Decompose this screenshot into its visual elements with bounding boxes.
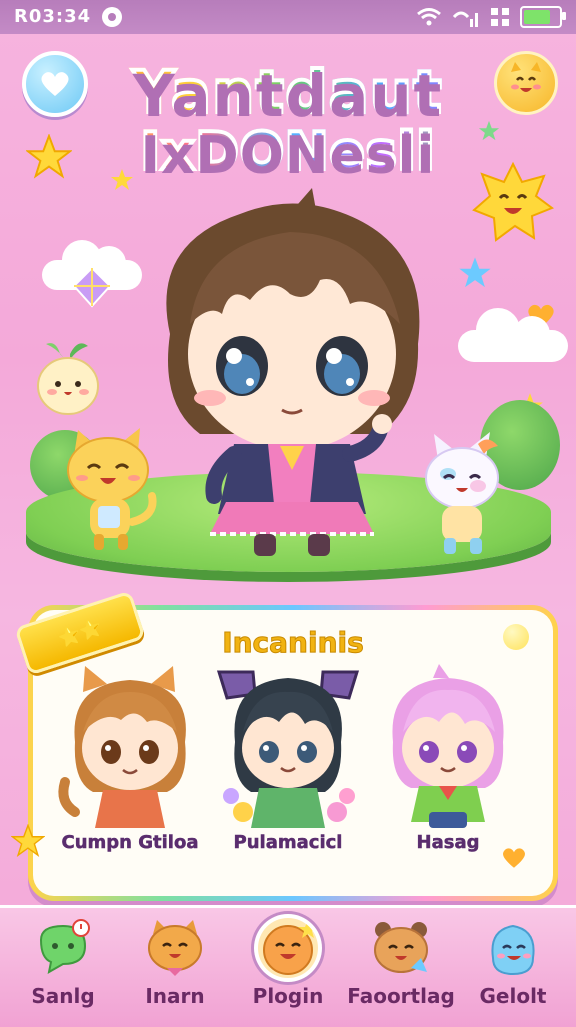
signal-icon — [452, 11, 478, 27]
star-icon — [26, 134, 72, 179]
nav-label: Plogin — [252, 984, 324, 1008]
nav-label: Faoortlag — [347, 984, 455, 1008]
star-icon — [11, 824, 45, 857]
character-card[interactable]: Cumpn Gtiloa — [55, 662, 205, 862]
wifi-icon — [417, 8, 441, 26]
character-portrait-pink-hair-boy — [392, 664, 504, 828]
character-card[interactable]: Pulamacicl — [213, 662, 363, 862]
nav-item-inarn[interactable]: Inarn — [120, 908, 230, 1027]
status-bar: R03:34 — [0, 0, 576, 34]
battery-fill — [524, 10, 550, 24]
character-portrait-dark-hair-boy — [216, 670, 360, 828]
white-bunny-creature — [425, 432, 499, 554]
character-scene — [0, 180, 576, 600]
status-icons — [416, 6, 566, 28]
bottom-nav: Sanlg Inarn Plogin Faoortlag Gelolt — [0, 905, 576, 1027]
cloud — [458, 308, 568, 362]
star-icon — [478, 120, 500, 141]
main-chibi-character — [166, 188, 420, 556]
nav-label: Inarn — [145, 984, 205, 1008]
nav-label: Sanlg — [31, 984, 95, 1008]
grid-icon — [491, 8, 509, 26]
bear-face-icon — [374, 922, 428, 973]
nav-item-sanlg[interactable]: Sanlg — [8, 908, 118, 1027]
characters-panel: ⭐⭐ Incaninis Cumpn Gtiloa Pulamacicl Has… — [11, 590, 558, 901]
character-portrait-fox-girl — [58, 666, 186, 828]
blue-blob-icon — [491, 924, 535, 976]
character-card[interactable]: Hasag — [373, 662, 523, 862]
heart-icon — [503, 848, 525, 868]
panel-title: Incaninis — [222, 626, 365, 660]
status-time: R03:34 — [14, 6, 92, 27]
app-title-line1: Yantdaut — [0, 56, 576, 128]
bubble-decoration — [503, 624, 529, 650]
turnip-creature — [37, 343, 99, 415]
status-dot-icon — [102, 7, 122, 27]
chat-bubble-icon — [39, 919, 90, 974]
tiger-face-icon — [148, 920, 202, 976]
nav-label: Gelolt — [479, 984, 547, 1008]
character-name: Pulamacicl — [233, 832, 343, 854]
nav-item-faoortlag[interactable]: Faoortlag — [346, 908, 456, 1027]
nav-item-gelolt[interactable]: Gelolt — [458, 908, 568, 1027]
smiley-orb-icon — [258, 918, 318, 978]
battery-icon — [520, 6, 566, 28]
nav-item-plogin[interactable]: Plogin — [233, 908, 343, 1027]
character-name: Cumpn Gtiloa — [61, 832, 199, 854]
kite-icon — [72, 266, 112, 308]
